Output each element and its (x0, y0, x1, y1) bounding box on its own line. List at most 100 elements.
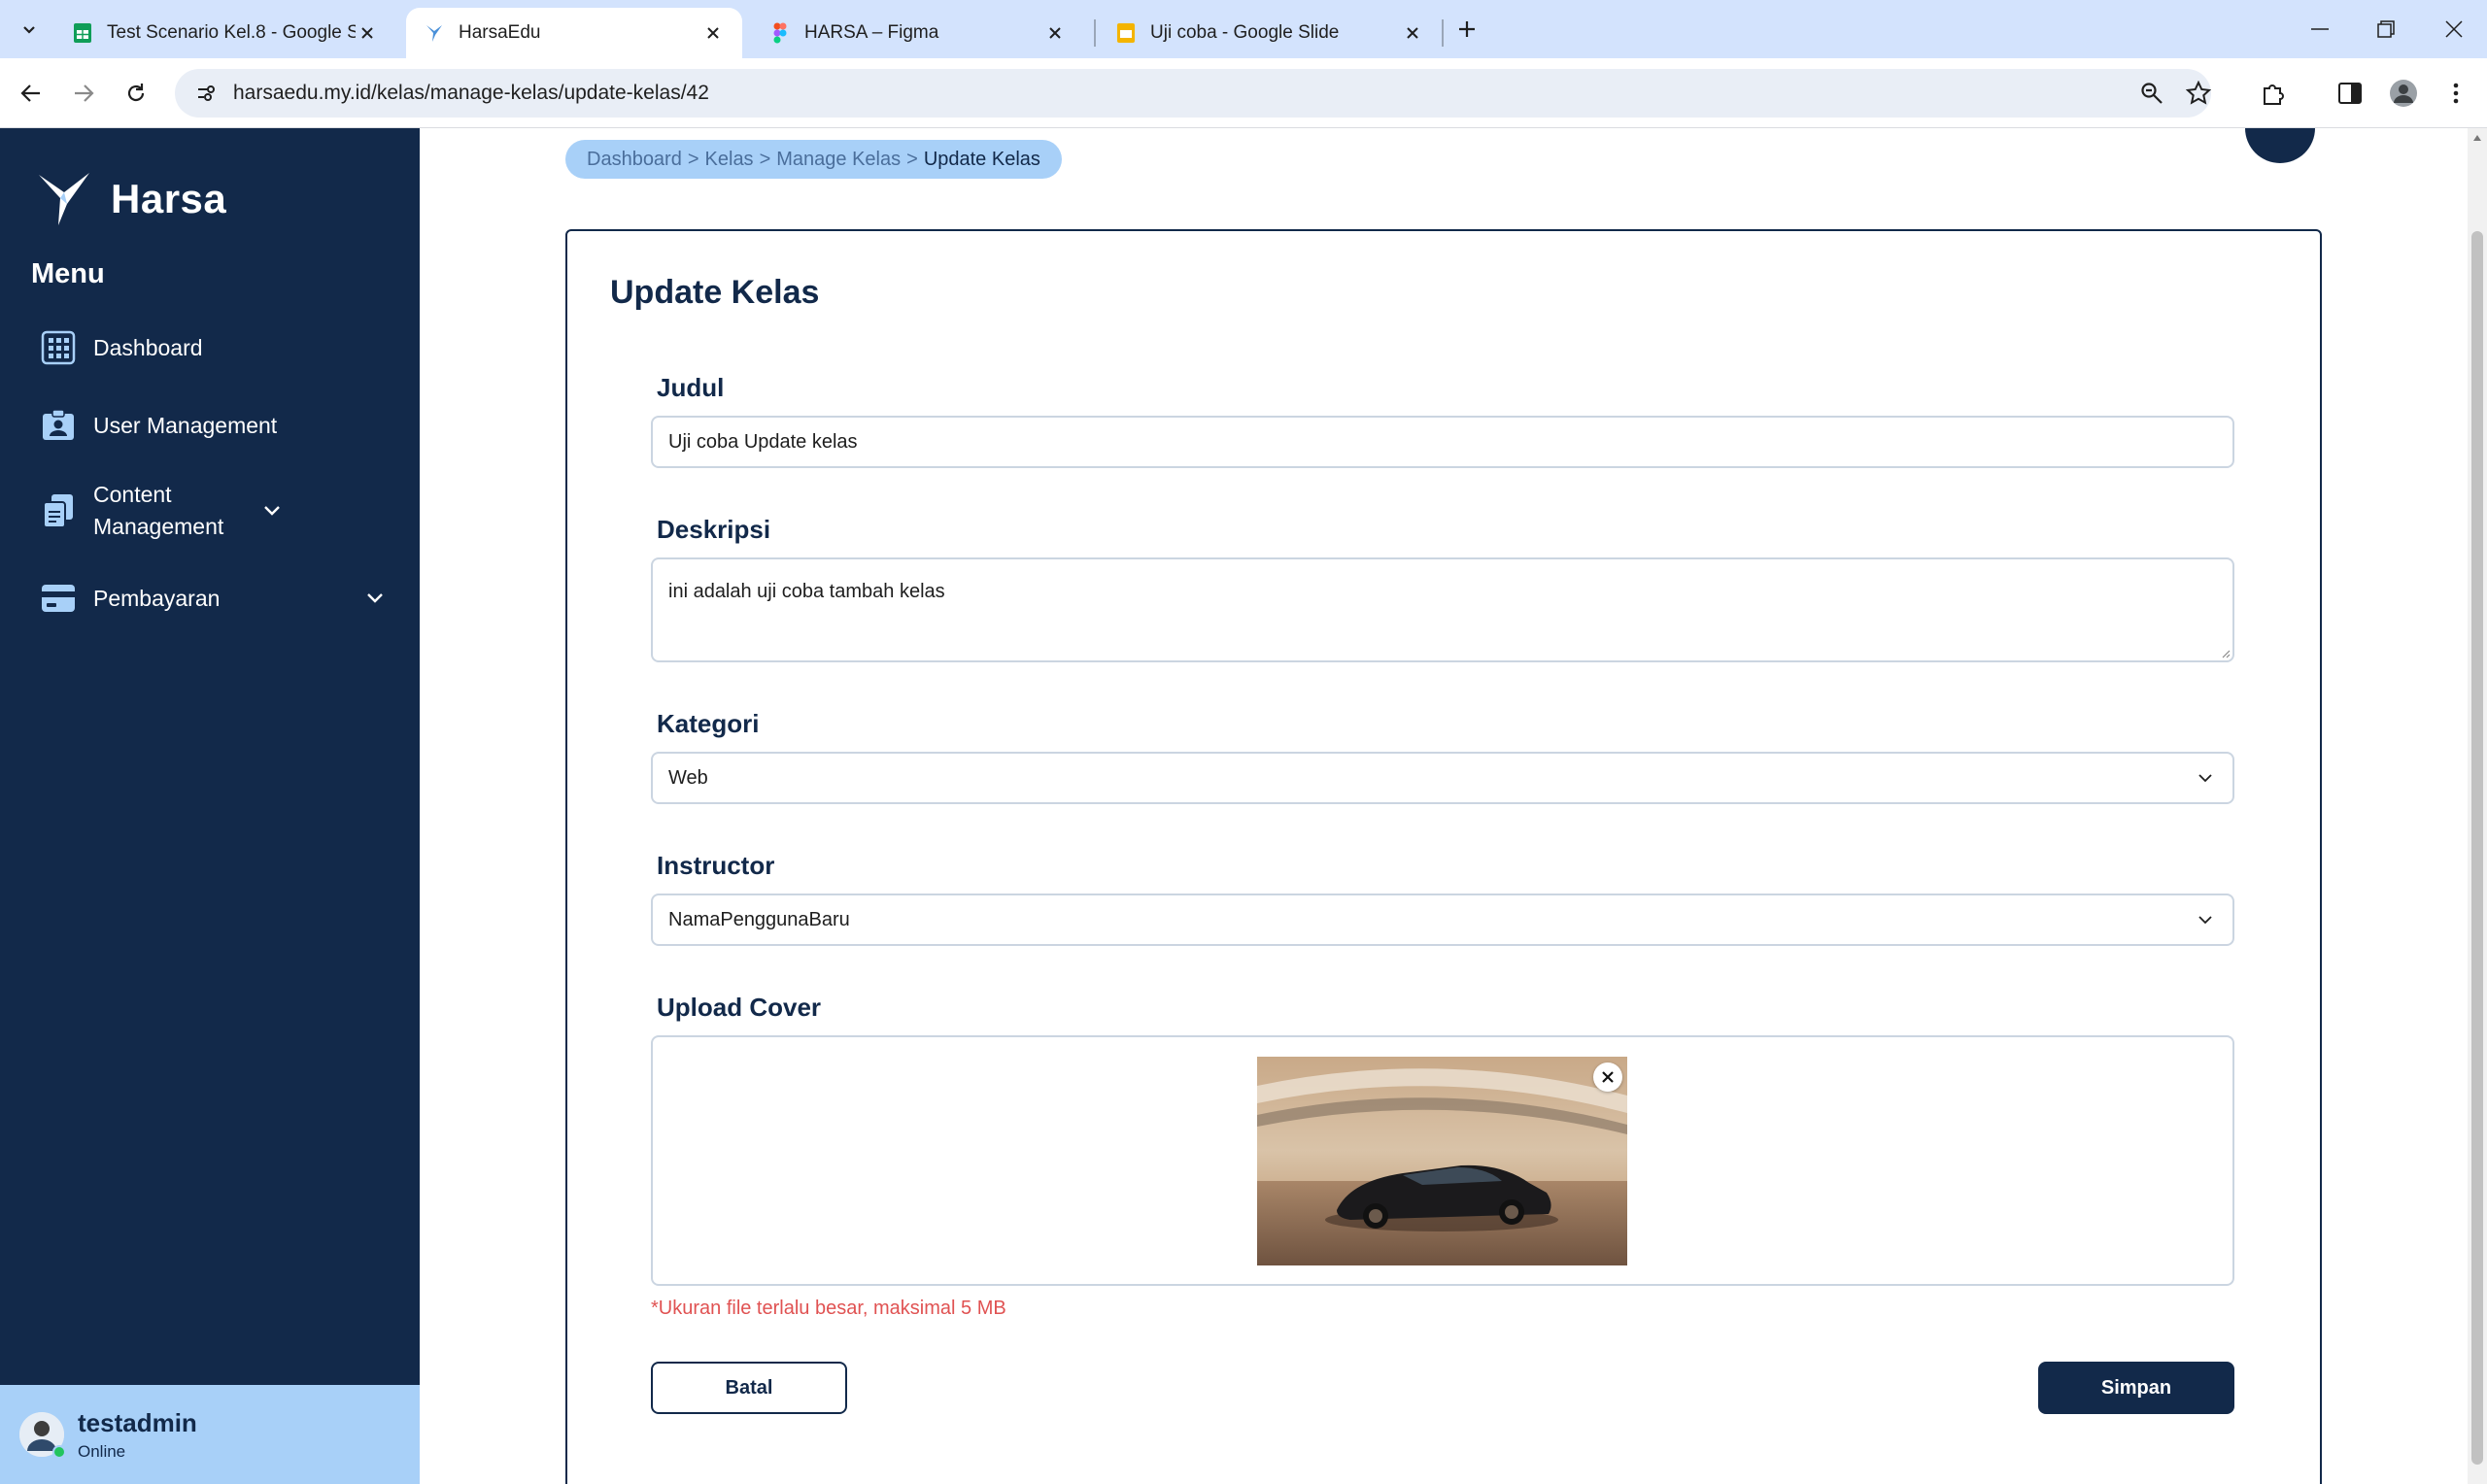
plus-icon (1459, 21, 1475, 37)
new-tab-button[interactable] (1451, 14, 1482, 45)
google-sheets-icon (72, 22, 93, 44)
menu-heading: Menu (31, 258, 105, 289)
user-card-icon (39, 406, 78, 445)
address-bar[interactable]: harsaedu.my.id/kelas/manage-kelas/update… (175, 69, 2211, 118)
upload-cover-dropzone[interactable] (651, 1035, 2234, 1286)
cancel-button[interactable]: Batal (651, 1362, 847, 1414)
save-button[interactable]: Simpan (2038, 1362, 2234, 1414)
minimize-icon (2311, 28, 2329, 30)
tab-title: HarsaEdu (459, 22, 541, 43)
breadcrumb-separator: > (687, 148, 699, 170)
tab-separator (1094, 19, 1096, 47)
user-status: Online (78, 1441, 126, 1461)
brand-name: Harsa (111, 176, 227, 221)
close-icon[interactable] (1401, 21, 1424, 45)
online-status-dot (52, 1445, 66, 1459)
side-panel-icon (2338, 83, 2362, 104)
back-button[interactable] (12, 74, 51, 113)
upload-error-message: *Ukuran file terlalu besar, maksimal 5 M… (651, 1298, 1006, 1319)
card-icon (39, 579, 78, 618)
cover-preview-image (1257, 1057, 1627, 1265)
breadcrumb-item-dashboard[interactable]: Dashboard (587, 149, 682, 171)
browser-tab-sheets[interactable]: Test Scenario Kel.8 - Google Sp (54, 8, 396, 58)
deskripsi-label: Deskripsi (657, 515, 771, 544)
browser-tab-figma[interactable]: HARSA – Figma (752, 8, 1084, 58)
scrollbar-thumb[interactable] (2471, 231, 2483, 1465)
puzzle-icon (2264, 84, 2284, 105)
browser-tab-slides[interactable]: Uji coba - Google Slide (1098, 8, 1442, 58)
update-kelas-form: Update Kelas Judul Uji coba Update kelas… (565, 229, 2322, 1484)
kategori-select[interactable]: Web (651, 752, 2234, 804)
chevron-down-icon[interactable] (258, 497, 286, 524)
site-info-icon[interactable] (188, 76, 223, 111)
sidebar-user-profile[interactable]: testadmin Online (0, 1385, 420, 1484)
tab-title: Uji coba - Google Slide (1150, 22, 1340, 43)
browser-menu-button[interactable] (2436, 74, 2475, 113)
browser-tab-harsaedu[interactable]: HarsaEdu (406, 8, 742, 58)
zoom-icon (2141, 83, 2163, 104)
page-scrollbar[interactable] (2468, 128, 2487, 1484)
sidebar: Harsa Menu Dashboard User Management Con… (0, 128, 420, 1484)
sidebar-item-dashboard[interactable]: Dashboard (39, 322, 389, 373)
google-slides-icon (1115, 22, 1137, 44)
reload-button[interactable] (117, 74, 155, 113)
zoom-button[interactable] (2132, 74, 2171, 113)
header-avatar[interactable] (2245, 128, 2315, 163)
judul-input[interactable]: Uji coba Update kelas (651, 416, 2234, 468)
forward-button[interactable] (64, 74, 103, 113)
close-icon[interactable] (701, 21, 725, 45)
figma-icon (769, 22, 791, 44)
arrow-left-icon (20, 84, 40, 102)
tab-search-button[interactable] (14, 14, 45, 45)
kebab-menu-icon (2453, 83, 2459, 104)
instructor-label: Instructor (657, 851, 775, 880)
extensions-button[interactable] (2254, 74, 2293, 113)
deskripsi-value: ini adalah uji coba tambah kelas (668, 581, 945, 602)
close-icon[interactable] (1043, 21, 1067, 45)
restore-button[interactable] (2357, 8, 2415, 51)
harsa-bird-icon (39, 173, 89, 225)
close-icon (1602, 1071, 1614, 1083)
kategori-value: Web (668, 766, 708, 789)
breadcrumb-item-kelas[interactable]: Kelas (705, 149, 754, 171)
sidebar-item-label: Dashboard (93, 334, 203, 360)
tab-title: HARSA – Figma (804, 22, 939, 43)
url-text: harsaedu.my.id/kelas/manage-kelas/update… (233, 82, 709, 104)
sidebar-item-user-management[interactable]: User Management (39, 400, 389, 451)
instructor-select[interactable]: NamaPenggunaBaru (651, 894, 2234, 946)
user-name: testadmin (78, 1407, 197, 1437)
side-panel-button[interactable] (2331, 74, 2369, 113)
close-icon[interactable] (356, 21, 379, 45)
breadcrumb-separator: > (906, 148, 918, 170)
deskripsi-textarea[interactable]: ini adalah uji coba tambah kelas (651, 557, 2234, 662)
profile-avatar-icon (2390, 80, 2417, 107)
sidebar-item-label: Content Management (93, 482, 224, 539)
kategori-label: Kategori (657, 709, 760, 738)
arrow-right-icon (75, 84, 94, 102)
scroll-up-icon[interactable] (2471, 132, 2483, 144)
breadcrumb: Dashboard > Kelas > Manage Kelas > Updat… (565, 140, 1062, 179)
bookmark-button[interactable] (2179, 74, 2218, 113)
chevron-down-icon (23, 26, 35, 34)
window-close-button[interactable] (2425, 8, 2483, 51)
resize-handle-icon[interactable] (2219, 647, 2231, 658)
avatar (19, 1412, 66, 1459)
remove-image-button[interactable] (1593, 1062, 1622, 1092)
restore-icon (2377, 20, 2395, 38)
brand-logo[interactable]: Harsa (35, 171, 226, 227)
sidebar-item-content-management[interactable]: Content Management (39, 476, 389, 546)
sidebar-item-pembayaran[interactable]: Pembayaran (39, 573, 389, 624)
star-icon (2186, 81, 2211, 105)
main-content: Dashboard > Kelas > Manage Kelas > Updat… (420, 128, 2468, 1484)
minimize-button[interactable] (2291, 8, 2349, 51)
chevron-down-icon (2194, 766, 2217, 790)
chevron-down-icon[interactable] (361, 585, 389, 612)
profile-button[interactable] (2384, 74, 2423, 113)
tab-separator (1442, 19, 1444, 47)
breadcrumb-item-manage-kelas[interactable]: Manage Kelas (776, 149, 901, 171)
chevron-down-icon (2194, 908, 2217, 931)
breadcrumb-current: Update Kelas (923, 148, 1040, 170)
browser-toolbar: harsaedu.my.id/kelas/manage-kelas/update… (0, 58, 2487, 128)
grid-icon (39, 328, 78, 367)
tab-title: Test Scenario Kel.8 - Google Sp (107, 22, 356, 43)
